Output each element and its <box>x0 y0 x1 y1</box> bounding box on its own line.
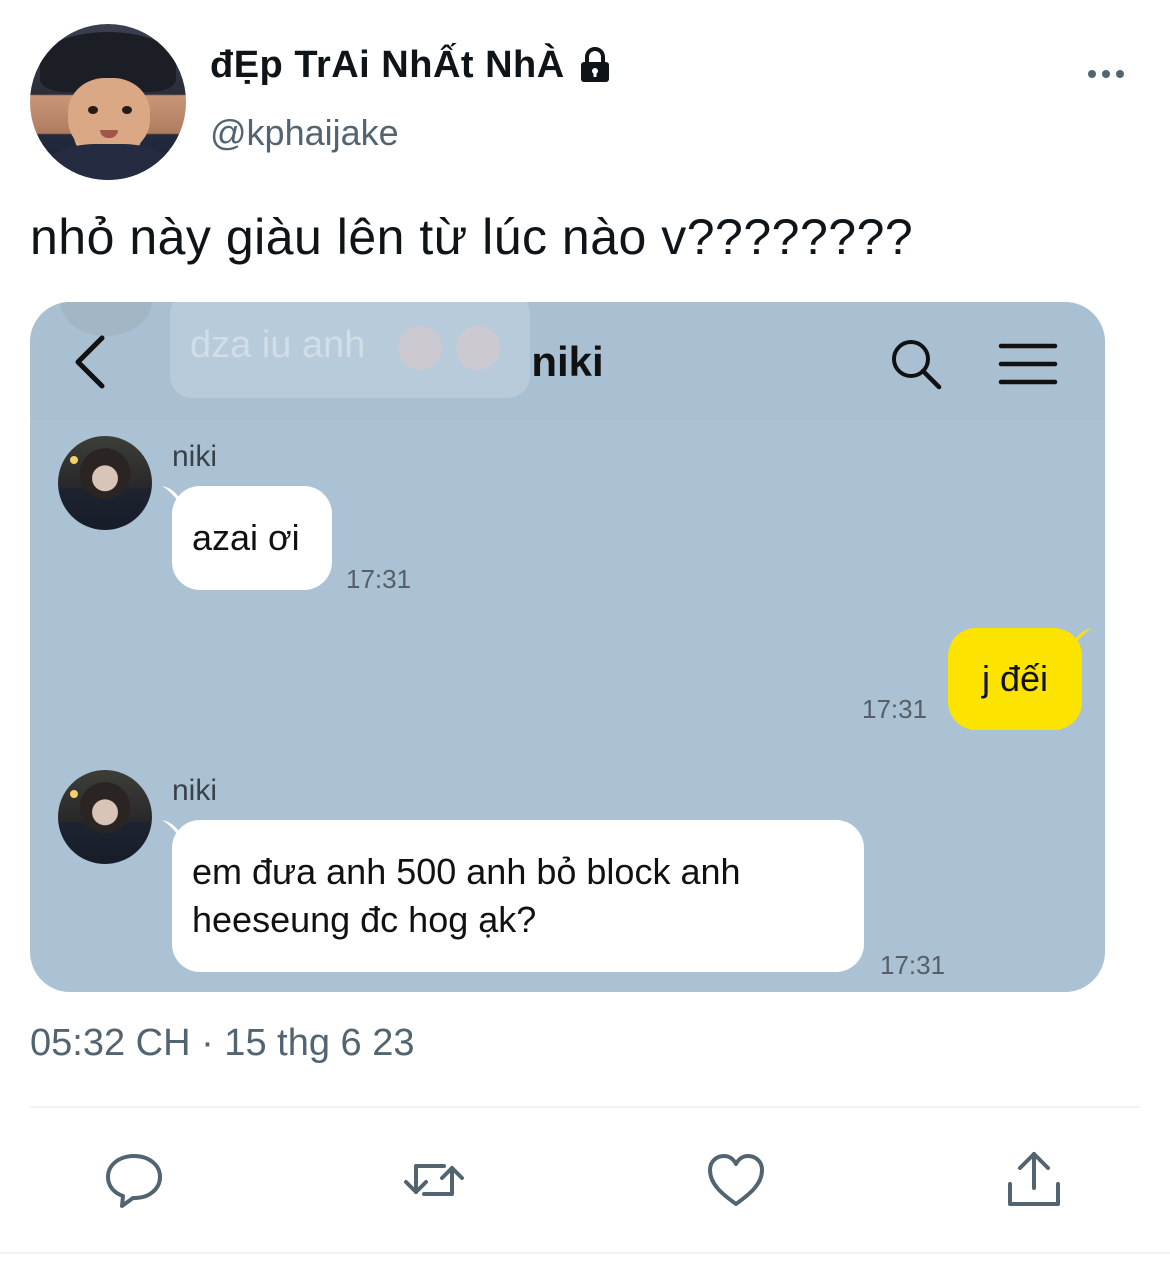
sender-avatar[interactable] <box>58 436 152 530</box>
message-bubble[interactable]: azai ơi <box>172 486 332 590</box>
tweet-timestamp[interactable]: 05:32 CH · 15 thg 6 23 <box>30 1022 414 1065</box>
message-text: j đếi <box>981 658 1049 699</box>
tweet-media-image[interactable]: dza iu anh niki niki azai ơi 17:31 17:31… <box>30 302 1105 992</box>
message-time: 17:31 <box>346 564 412 594</box>
ghost-avatar <box>60 302 152 336</box>
more-icon[interactable] <box>1084 62 1128 86</box>
user-handle[interactable]: @kphaijake <box>210 112 399 154</box>
share-icon[interactable] <box>1002 1148 1066 1212</box>
profile-avatar[interactable] <box>30 24 186 180</box>
message-text: azai ơi <box>192 517 300 558</box>
display-name[interactable]: đẸp TrAi NhẤt NhÀ <box>210 44 615 87</box>
sender-avatar[interactable] <box>58 770 152 864</box>
divider <box>0 1252 1170 1254</box>
reply-icon[interactable] <box>102 1148 166 1212</box>
bubble-tail <box>1072 628 1092 648</box>
lock-icon <box>580 46 609 82</box>
retweet-icon[interactable] <box>402 1148 466 1212</box>
sender-name: niki <box>172 774 218 807</box>
heart-icon[interactable] <box>704 1148 768 1212</box>
message-bubble[interactable]: em đưa anh 500 anh bỏ block anh heeseung… <box>172 820 864 972</box>
chat-header: dza iu anh niki <box>30 302 1105 420</box>
message-text-line: heeseung đc hog ạk? <box>192 899 537 940</box>
sender-name: niki <box>172 440 218 473</box>
divider <box>30 1106 1140 1108</box>
message-time: 17:31 <box>862 694 928 724</box>
display-name-text[interactable]: đẸp TrAi NhẤt NhÀ <box>210 44 565 87</box>
outgoing-message-bubble[interactable]: j đếi <box>948 628 1082 730</box>
message-text-line: em đưa anh 500 anh bỏ block anh <box>192 851 741 892</box>
tweet-text: nhỏ này giàu lên từ lúc nào v???????? <box>30 209 914 265</box>
menu-icon[interactable] <box>998 340 1058 388</box>
message-time: 17:31 <box>880 950 946 980</box>
search-icon[interactable] <box>888 336 944 392</box>
